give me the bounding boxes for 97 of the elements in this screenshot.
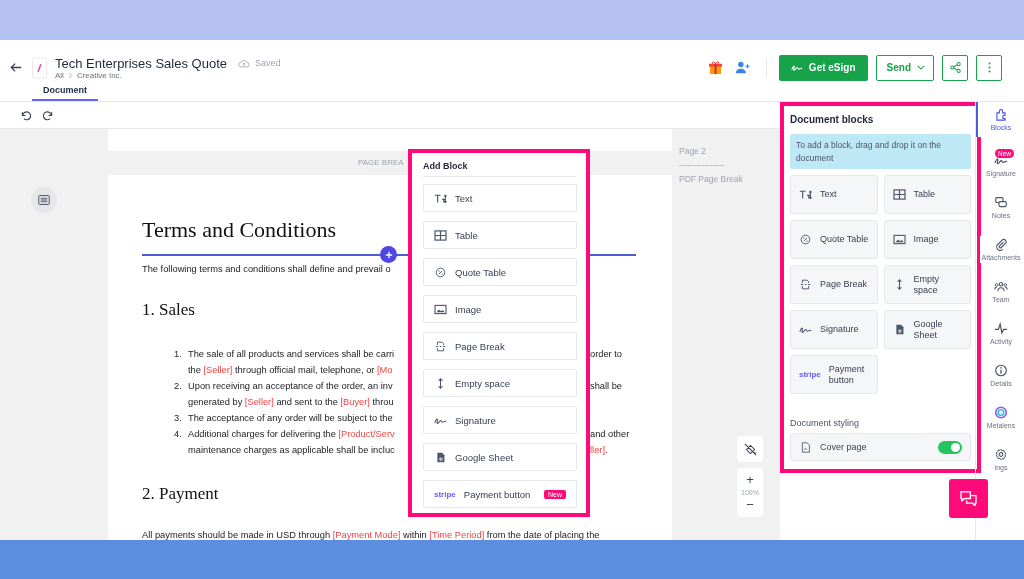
- toggle-switch[interactable]: [938, 440, 962, 454]
- block-tile[interactable]: Table: [883, 175, 971, 214]
- hint-banner: To add a block, drag and drop it on the document: [790, 134, 971, 169]
- section-label: Document styling: [790, 418, 861, 428]
- table-icon: [434, 229, 447, 241]
- cover-page-label: Cover page: [820, 442, 867, 452]
- paragraph: All payments should be made in USD through [Payment Mode] within [Time Period] from the date of placing the: [142, 530, 600, 540]
- puzzle-icon: [994, 108, 1008, 121]
- paint-bucket-icon: [743, 442, 757, 456]
- add-block-button[interactable]: [380, 246, 397, 263]
- zoom-in-button[interactable]: +: [746, 471, 754, 489]
- table-icon: [892, 189, 906, 200]
- image-icon: [892, 234, 906, 245]
- spreadsheet-icon: [434, 451, 447, 463]
- stripe-logo: stripe: [434, 489, 456, 499]
- block-option[interactable]: Quote Table: [423, 258, 577, 286]
- plus-icon: [384, 250, 393, 259]
- undo-icon[interactable]: [20, 109, 31, 121]
- zoom-out-button[interactable]: −: [746, 496, 754, 514]
- list-text: The acceptance of any order will be subject to the: [188, 412, 393, 425]
- share-button[interactable]: [942, 54, 968, 81]
- percent-circle-icon: [799, 234, 812, 245]
- info-icon: [994, 364, 1008, 377]
- block-tile[interactable]: Google Sheet: [883, 310, 971, 349]
- breadcrumb-link[interactable]: Creative Inc.: [76, 70, 122, 80]
- list-text: Upon receiving an acceptance of the order, an inv: [188, 380, 393, 393]
- list-text: shall be: [590, 380, 624, 393]
- list-text: maintenance charges as applicable shall be incluc: [188, 444, 395, 457]
- team-icon: [994, 280, 1008, 293]
- pulse-icon: [994, 322, 1008, 335]
- share-icon: [949, 62, 961, 73]
- file-icon: [799, 441, 812, 453]
- block-option[interactable]: Text: [423, 184, 577, 212]
- signature-icon: [799, 324, 812, 335]
- page-label: Page 2: [679, 145, 707, 157]
- chat-button[interactable]: [949, 479, 988, 518]
- chevron-right-icon: [67, 71, 73, 79]
- list-text: and other: [590, 428, 631, 441]
- save-status: Saved: [255, 58, 281, 68]
- page-break-icon: [434, 340, 447, 352]
- chat-icon: [960, 491, 977, 506]
- list-text: Additional charges for delivering the [Product/Serv: [188, 428, 395, 441]
- block-tile[interactable]: Quote Table: [790, 220, 878, 259]
- block-tile[interactable]: Text: [790, 175, 878, 214]
- block-option[interactable]: Page Break: [423, 332, 577, 360]
- cloud-icon: [238, 58, 250, 68]
- block-option[interactable]: Signature: [423, 406, 577, 434]
- list-text: generated by [Seller] and sent to the [Buyer] throu: [188, 396, 394, 409]
- list-text: order to: [590, 348, 624, 361]
- back-arrow-icon[interactable]: [10, 62, 22, 73]
- percent-circle-icon: [434, 266, 447, 278]
- block-option[interactable]: Table: [423, 221, 577, 249]
- lens-icon: [994, 406, 1008, 419]
- block-tile[interactable]: Image: [883, 220, 971, 259]
- redo-icon[interactable]: [43, 109, 54, 121]
- settings-icon: [994, 448, 1008, 461]
- dashed-rule-text: ----------------: [679, 159, 726, 171]
- block-tile[interactable]: Empty space: [883, 265, 971, 304]
- block-option[interactable]: Image: [423, 295, 577, 323]
- block-tile[interactable]: Page Break: [790, 265, 878, 304]
- list-number: 1.: [174, 348, 183, 361]
- paint-toggle-button[interactable]: [737, 436, 763, 462]
- popup-title: Add Block: [423, 161, 577, 177]
- signature-icon: [790, 63, 803, 72]
- image-icon: [434, 303, 447, 315]
- page-break-label: PAGE BREA: [358, 158, 404, 168]
- list-number: 3.: [174, 412, 183, 425]
- more-button[interactable]: [976, 54, 1002, 81]
- list-text: ller].: [590, 444, 609, 457]
- document-title: Tech Enterprises Sales Quote: [55, 55, 227, 71]
- list-text: the [Seller] through official mail, telephone, or [Mo: [188, 364, 393, 377]
- section-heading: 1. Sales: [142, 300, 195, 320]
- paragraph: The following terms and conditions shall define and prevail o: [142, 264, 391, 274]
- block-option[interactable]: Empty space: [423, 369, 577, 397]
- gift-icon[interactable]: [707, 60, 723, 75]
- page-break-label: PDF Page Break: [679, 173, 743, 185]
- list-number: 2.: [174, 380, 183, 393]
- list-text: The sale of all products and services shall be carri: [188, 348, 395, 361]
- text-size-icon: [799, 189, 812, 200]
- caret-down-icon: [917, 65, 925, 70]
- paperclip-icon: [994, 238, 1008, 251]
- panel-title: Document blocks: [790, 114, 875, 125]
- add-user-icon[interactable]: [734, 60, 750, 75]
- document-tab[interactable]: Document: [32, 85, 98, 101]
- document-heading: Terms and Conditions: [142, 217, 336, 243]
- document-icon: [32, 56, 47, 79]
- block-tile[interactable]: Signature: [790, 310, 878, 349]
- list-icon: [38, 195, 50, 205]
- page-break-icon: [799, 279, 812, 290]
- chat-bubbles-icon: [994, 196, 1008, 209]
- breadcrumb-link[interactable]: All: [55, 70, 64, 80]
- block-option[interactable]: Google Sheet: [423, 443, 577, 471]
- text-size-icon: [434, 192, 447, 204]
- section-heading: 2. Payment: [142, 484, 219, 504]
- stripe-logo: stripe: [799, 370, 821, 379]
- outline-button[interactable]: [31, 187, 57, 213]
- list-number: 4.: [174, 428, 183, 441]
